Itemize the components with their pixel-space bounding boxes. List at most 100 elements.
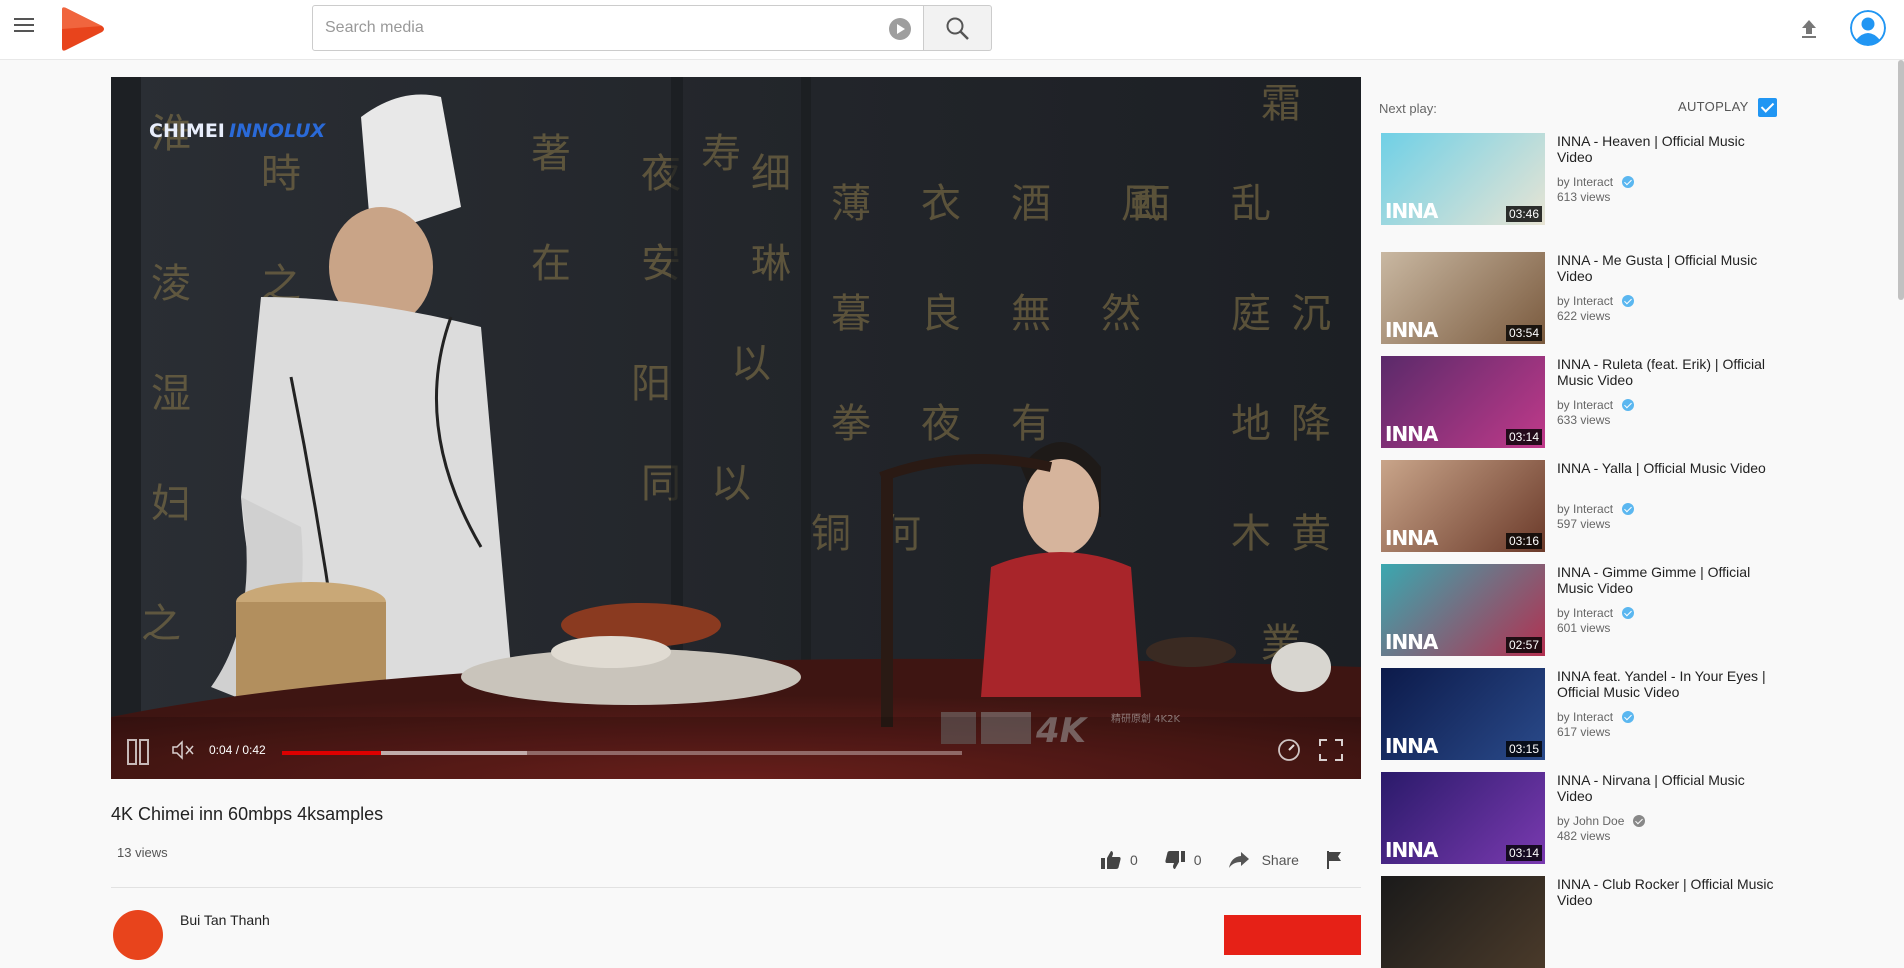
upload-icon[interactable] bbox=[1796, 16, 1822, 42]
video-thumbnail[interactable]: INNA 02:57 bbox=[1381, 564, 1545, 656]
thumbnail-brand: INNA bbox=[1385, 199, 1438, 223]
svg-text:INNOLUX: INNOLUX bbox=[229, 120, 327, 142]
related-video-title[interactable]: INNA - Ruleta (feat. Erik) | Official Mu… bbox=[1557, 356, 1777, 388]
svg-text:琳: 琳 bbox=[751, 241, 791, 287]
channel-avatar[interactable] bbox=[113, 910, 163, 960]
related-video-item[interactable]: INNA 03:46 INNA - Heaven | Official Musi… bbox=[1381, 133, 1781, 225]
svg-text:有: 有 bbox=[1011, 401, 1051, 447]
search-input[interactable] bbox=[313, 6, 873, 50]
video-player[interactable]: 淮時淩之 著在夜安 细琳以阳 寿薄衣酒 暮良無然 拳夜有西 乱霜庭地 沉降風何 … bbox=[111, 77, 1361, 779]
related-video-title[interactable]: INNA - Gimme Gimme | Official Music Vide… bbox=[1557, 564, 1777, 596]
search-button[interactable] bbox=[924, 5, 992, 51]
video-thumbnail[interactable]: INNA 03:14 bbox=[1381, 356, 1545, 448]
svg-text:霜: 霜 bbox=[1261, 81, 1301, 127]
related-video-views: 482 views bbox=[1557, 829, 1611, 843]
related-video-item[interactable]: INNA 02:57 INNA - Gimme Gimme | Official… bbox=[1381, 564, 1781, 656]
play-circle-icon[interactable] bbox=[889, 18, 911, 40]
related-video-item[interactable]: INNA - Club Rocker | Official Music Vide… bbox=[1381, 876, 1781, 968]
search-box bbox=[312, 5, 924, 51]
svg-text:然: 然 bbox=[1101, 291, 1141, 337]
verified-badge-icon bbox=[1622, 399, 1635, 411]
dislike-count: 0 bbox=[1193, 852, 1202, 868]
thumbnail-brand: INNA bbox=[1385, 630, 1438, 654]
svg-text:在: 在 bbox=[531, 241, 571, 287]
channel-label: by Interact bbox=[1557, 710, 1614, 724]
app-logo-play-icon[interactable] bbox=[58, 4, 106, 54]
related-video-item[interactable]: INNA 03:14 INNA - Nirvana | Official Mus… bbox=[1381, 772, 1781, 864]
verified-badge-icon bbox=[1622, 607, 1635, 619]
muted-speaker-icon[interactable] bbox=[171, 740, 197, 760]
verified-badge-icon bbox=[1633, 815, 1646, 827]
related-video-title[interactable]: INNA - Heaven | Official Music Video bbox=[1557, 133, 1777, 165]
related-video-views: 622 views bbox=[1557, 309, 1611, 323]
channel-name[interactable]: Bui Tan Thanh bbox=[180, 912, 270, 928]
dislike-button[interactable]: 0 bbox=[1164, 850, 1202, 870]
verified-badge-icon bbox=[1622, 711, 1635, 723]
svg-text:铜: 铜 bbox=[811, 511, 851, 557]
autoplay-label: AUTOPLAY bbox=[1678, 99, 1749, 114]
progress-bar[interactable] bbox=[282, 751, 962, 755]
time-display: 0:04 / 0:42 bbox=[209, 743, 266, 757]
svg-text:良: 良 bbox=[921, 291, 961, 337]
svg-text:風: 風 bbox=[1121, 181, 1161, 227]
report-flag-button[interactable] bbox=[1325, 850, 1351, 870]
search-icon bbox=[946, 17, 969, 40]
like-button[interactable]: 0 bbox=[1100, 850, 1138, 870]
svg-text:细: 细 bbox=[751, 151, 791, 197]
thumbs-down-icon bbox=[1165, 851, 1185, 869]
user-avatar-icon[interactable] bbox=[1850, 10, 1886, 46]
channel-label: by Interact bbox=[1557, 175, 1614, 189]
hamburger-menu-icon[interactable] bbox=[14, 18, 34, 34]
video-duration: 03:14 bbox=[1505, 845, 1542, 861]
video-thumbnail[interactable]: INNA 03:14 bbox=[1381, 772, 1545, 864]
svg-text:酒: 酒 bbox=[1011, 181, 1051, 227]
svg-text:妇: 妇 bbox=[151, 481, 191, 527]
share-label: Share bbox=[1261, 852, 1299, 868]
related-video-views: 613 views bbox=[1557, 190, 1611, 204]
verified-badge-icon bbox=[1622, 176, 1635, 188]
svg-text:沉: 沉 bbox=[1291, 291, 1331, 337]
video-title: 4K Chimei inn 60mbps 4ksamples bbox=[111, 804, 384, 824]
related-video-title[interactable]: INNA - Me Gusta | Official Music Video bbox=[1557, 252, 1777, 284]
subscribe-button[interactable] bbox=[1224, 915, 1361, 955]
video-duration: 03:46 bbox=[1505, 206, 1542, 222]
related-video-item[interactable]: INNA 03:54 INNA - Me Gusta | Official Mu… bbox=[1381, 252, 1781, 344]
video-thumbnail[interactable]: INNA 03:16 bbox=[1381, 460, 1545, 552]
related-video-title[interactable]: INNA feat. Yandel - In Your Eyes | Offic… bbox=[1557, 668, 1777, 700]
svg-text:地: 地 bbox=[1231, 401, 1271, 447]
page-scrollbar[interactable] bbox=[1898, 60, 1904, 300]
video-thumbnail[interactable]: INNA 03:54 bbox=[1381, 252, 1545, 344]
related-video-title[interactable]: INNA - Club Rocker | Official Music Vide… bbox=[1557, 876, 1777, 908]
like-count: 0 bbox=[1130, 852, 1138, 868]
svg-text:乱: 乱 bbox=[1231, 181, 1271, 227]
share-button[interactable]: Share bbox=[1228, 850, 1299, 870]
svg-text:之: 之 bbox=[141, 601, 181, 647]
video-duration: 02:57 bbox=[1505, 637, 1542, 653]
svg-text:寿: 寿 bbox=[701, 131, 741, 177]
speed-gauge-icon[interactable] bbox=[1277, 738, 1301, 762]
video-thumbnail[interactable]: INNA 03:46 bbox=[1381, 133, 1545, 225]
video-thumbnail[interactable] bbox=[1381, 876, 1545, 968]
channel-label: by Interact bbox=[1557, 606, 1614, 620]
autoplay-checkbox[interactable] bbox=[1758, 98, 1777, 117]
svg-text:淩: 淩 bbox=[151, 261, 191, 307]
pause-icon[interactable] bbox=[127, 739, 149, 765]
svg-text:著: 著 bbox=[531, 131, 571, 177]
related-video-item[interactable]: INNA 03:14 INNA - Ruleta (feat. Erik) | … bbox=[1381, 356, 1781, 448]
flag-icon bbox=[1326, 851, 1341, 869]
related-video-title[interactable]: INNA - Nirvana | Official Music Video bbox=[1557, 772, 1777, 804]
thumbnail-brand: INNA bbox=[1385, 318, 1438, 342]
verified-badge-icon bbox=[1622, 503, 1635, 515]
video-thumbnail[interactable]: INNA 03:15 bbox=[1381, 668, 1545, 760]
svg-text:CHIMEI: CHIMEI bbox=[149, 120, 225, 142]
related-video-views: 597 views bbox=[1557, 517, 1611, 531]
related-video-item[interactable]: INNA 03:16 INNA - Yalla | Official Music… bbox=[1381, 460, 1781, 552]
progress-played bbox=[282, 751, 381, 755]
related-video-item[interactable]: INNA 03:15 INNA feat. Yandel - In Your E… bbox=[1381, 668, 1781, 760]
related-video-title[interactable]: INNA - Yalla | Official Music Video bbox=[1557, 460, 1777, 476]
svg-text:拳: 拳 bbox=[831, 401, 871, 447]
related-video-channel: by Interact bbox=[1557, 294, 1635, 308]
top-header bbox=[0, 0, 1904, 60]
channel-label: by Interact bbox=[1557, 502, 1614, 516]
fullscreen-icon[interactable] bbox=[1319, 739, 1343, 761]
